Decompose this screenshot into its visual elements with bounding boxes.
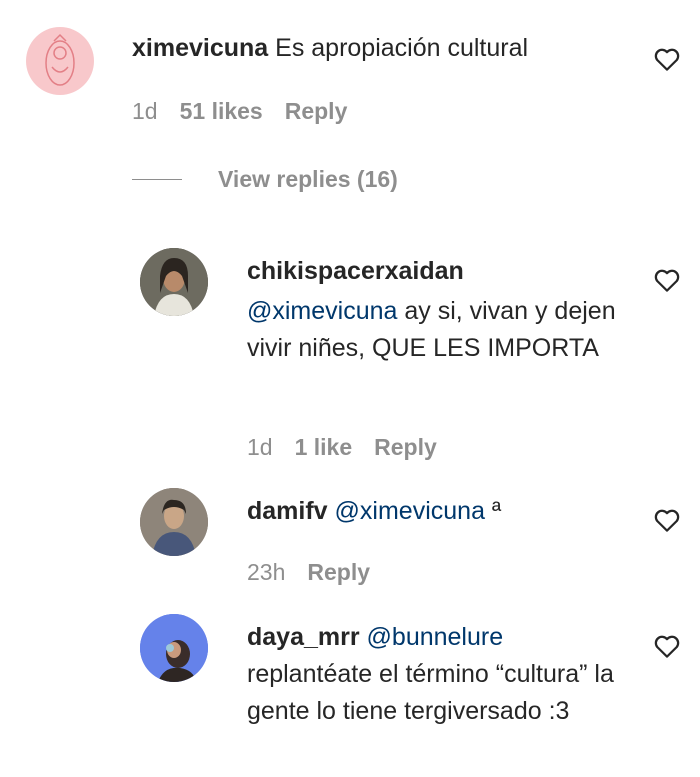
heart-icon[interactable] [652, 44, 682, 74]
mention-link[interactable]: @ximevicuna [335, 497, 485, 525]
comment-meta: 23h Reply [247, 559, 370, 586]
avatar[interactable] [140, 614, 208, 682]
likes-count[interactable]: 51 likes [180, 98, 263, 125]
avatar[interactable] [140, 488, 208, 556]
avatar[interactable] [140, 248, 208, 316]
view-replies-label[interactable]: View replies (16) [218, 166, 398, 193]
timestamp: 1d [132, 98, 158, 124]
username[interactable]: damifv [247, 497, 328, 525]
heart-icon[interactable] [652, 265, 682, 295]
comment-text-3: damifv @ximevicuna ª [247, 493, 617, 530]
mention-link[interactable]: @bunnelure [367, 623, 504, 651]
comment-meta: 1d 1 like Reply [247, 434, 437, 461]
comment-text-2: chikispacerxaidan @ximevicuna ay si, viv… [247, 253, 617, 367]
person-photo-icon [140, 248, 208, 316]
avatar[interactable] [26, 27, 94, 95]
divider-line [132, 179, 182, 180]
username[interactable]: daya_mrr [247, 623, 360, 651]
view-replies-button[interactable]: View replies (16) [132, 166, 398, 193]
heart-icon[interactable] [652, 505, 682, 535]
mention-link[interactable]: @ximevicuna [247, 297, 397, 325]
likes-count[interactable]: 1 like [295, 434, 353, 461]
reply-button[interactable]: Reply [307, 559, 370, 586]
reply-button[interactable]: Reply [285, 98, 348, 125]
virgin-drawing-icon [45, 33, 75, 86]
person-photo-icon [140, 614, 208, 682]
comment-body: ª [484, 497, 502, 525]
comment-meta: 1d 51 likes Reply [132, 98, 347, 125]
username[interactable]: ximevicuna [132, 34, 268, 62]
username[interactable]: chikispacerxaidan [247, 253, 617, 290]
comment-text-1: ximevicuna Es apropiación cultural [132, 30, 632, 67]
heart-icon[interactable] [652, 631, 682, 661]
timestamp: 23h [247, 559, 286, 585]
comment-text-4: daya_mrr @bunnelure replantéate el térmi… [247, 619, 617, 730]
timestamp: 1d [247, 434, 273, 460]
comment-body: Es apropiación cultural [275, 34, 529, 62]
person-photo-icon [140, 488, 208, 556]
comment-body: replantéate el término “cultura” la gent… [247, 660, 614, 725]
reply-button[interactable]: Reply [374, 434, 437, 461]
